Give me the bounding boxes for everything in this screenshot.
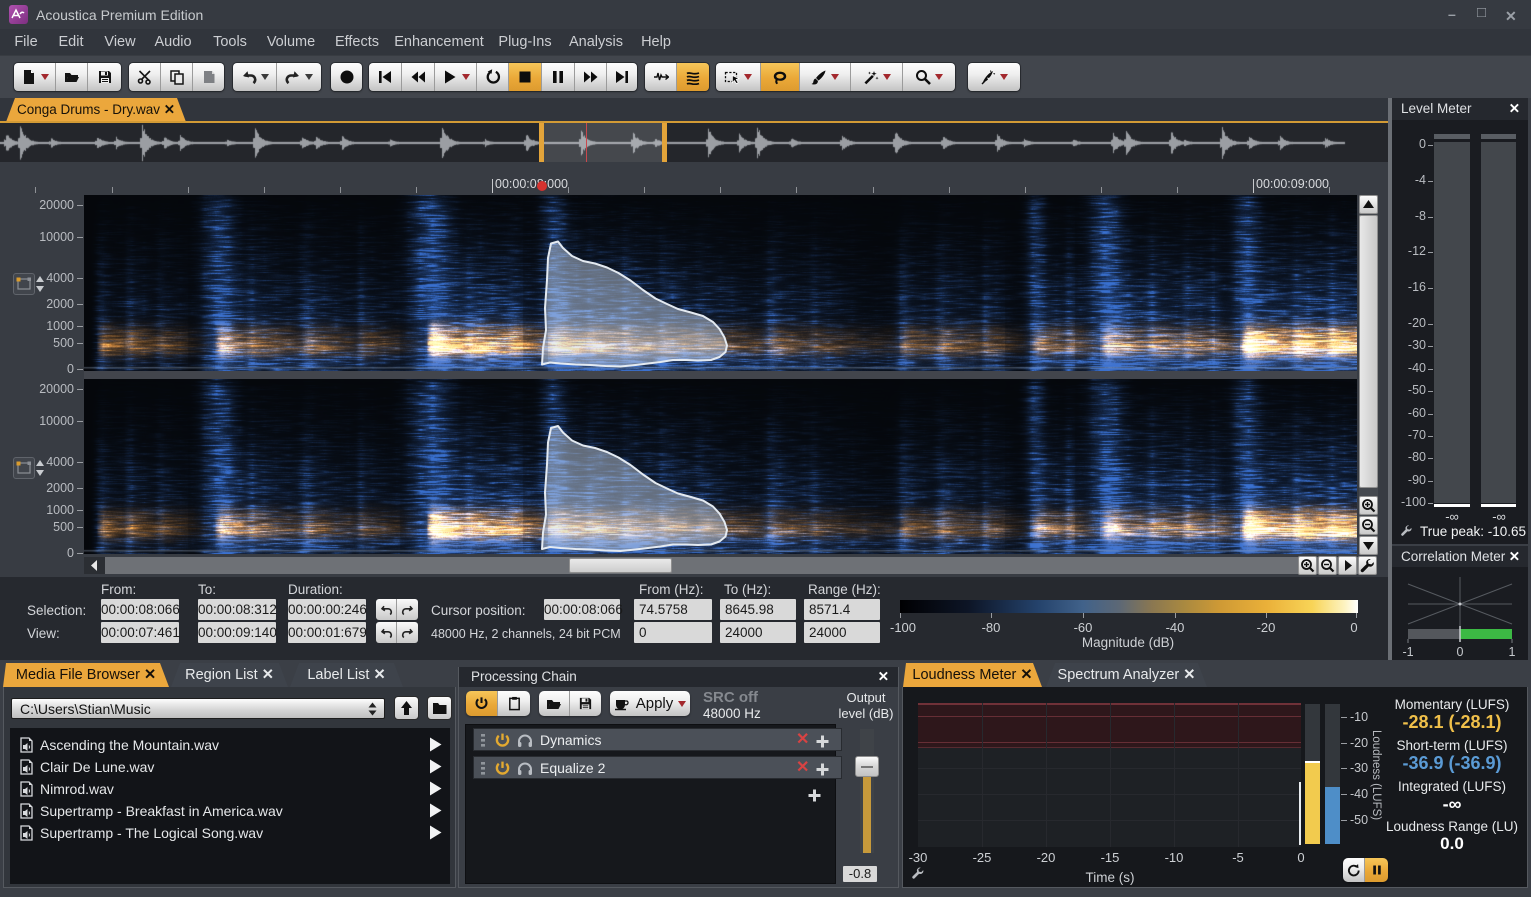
svg-text:-1: -1: [1402, 645, 1413, 659]
svg-text:1: 1: [1509, 645, 1516, 659]
svg-text:0: 0: [1457, 645, 1464, 659]
